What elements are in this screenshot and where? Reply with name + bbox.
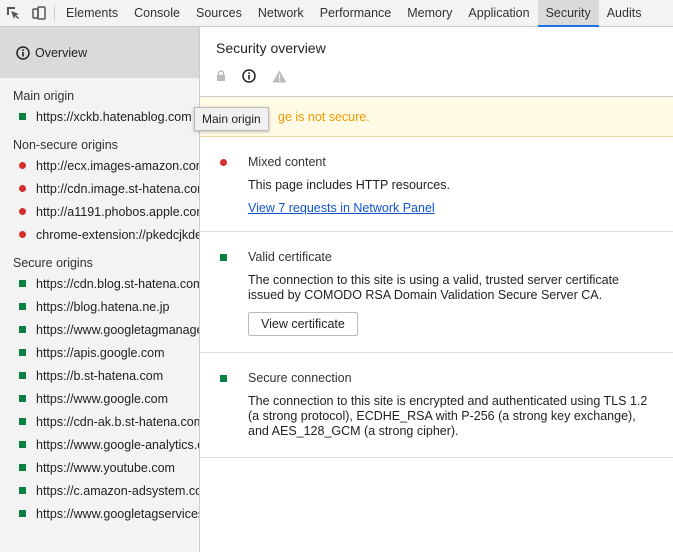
secure-indicator-icon: [19, 487, 26, 494]
secure-indicator-icon: [19, 372, 26, 379]
security-sidebar: Overview Main origin https://xckb.hatena…: [0, 27, 200, 552]
secure-indicator-icon: [19, 510, 26, 517]
origin-label: https://blog.hatena.ne.jp: [36, 299, 170, 314]
certificate-section: Valid certificate The connection to this…: [200, 232, 673, 353]
mixed-content-text: This page includes HTTP resources.: [248, 178, 450, 192]
connection-section: Secure connection The connection to this…: [200, 353, 673, 458]
tab-performance[interactable]: Performance: [312, 0, 400, 26]
insecure-indicator-icon: [19, 162, 26, 169]
sidebar-item-main-origin[interactable]: https://xckb.hatenablog.com: [0, 105, 199, 128]
security-summary-banner: ge is not secure.: [200, 97, 673, 137]
tab-security[interactable]: Security: [537, 0, 599, 27]
certificate-title: Valid certificate: [248, 250, 332, 264]
origin-label: https://cdn.blog.st-hatena.com: [36, 276, 199, 291]
main-origin-heading: Main origin: [13, 89, 75, 103]
view-certificate-button[interactable]: View certificate: [248, 312, 358, 336]
sidebar-item-origin[interactable]: http://cdn.image.st-hatena.com: [0, 177, 199, 200]
secure-indicator-icon: [19, 326, 26, 333]
sidebar-item-origin[interactable]: https://cdn.blog.st-hatena.com: [0, 272, 199, 295]
tab-console[interactable]: Console: [126, 0, 188, 26]
secure-indicator-icon: [19, 303, 26, 310]
sidebar-item-origin[interactable]: https://blog.hatena.ne.jp: [0, 295, 199, 318]
certificate-text: The connection to this site is using a v…: [248, 273, 620, 302]
tab-sources[interactable]: Sources: [188, 0, 250, 26]
banner-text: ge is not secure.: [278, 109, 370, 124]
tab-network[interactable]: Network: [250, 0, 312, 26]
insecure-indicator-icon: [220, 159, 227, 166]
sidebar-item-origin[interactable]: chrome-extension://pkedcjkdefgpdelpbcmbm…: [0, 223, 199, 246]
info-icon: [16, 45, 30, 60]
non-secure-origins-list: http://ecx.images-amazon.com http://cdn.i…: [0, 154, 199, 246]
origin-label: http://ecx.images-amazon.com: [36, 158, 199, 173]
overview-header: Security overview: [200, 27, 673, 97]
info-icon: [242, 69, 256, 83]
secure-indicator-icon: [19, 418, 26, 425]
origin-label: https://xckb.hatenablog.com: [36, 109, 192, 124]
main-origin-tooltip: Main origin: [194, 107, 269, 131]
warning-icon: [272, 70, 287, 83]
insecure-indicator-icon: [19, 208, 26, 215]
tab-elements[interactable]: Elements: [58, 0, 126, 26]
connection-text: The connection to this site is encrypted…: [248, 394, 648, 438]
secure-indicator-icon: [19, 395, 26, 402]
sidebar-item-origin[interactable]: https://www.google.com: [0, 387, 199, 410]
secure-indicator-icon: [19, 464, 26, 471]
sidebar-item-origin[interactable]: https://c.amazon-adsystem.com: [0, 479, 199, 502]
origin-label: https://www.googletagservices.com: [36, 506, 199, 521]
tab-audits[interactable]: Audits: [599, 0, 650, 26]
devtools-toolbar: Elements Console Sources Network Perform…: [0, 0, 673, 27]
sidebar-item-origin[interactable]: https://www.googletagservices.com: [0, 502, 199, 525]
sidebar-item-label: Overview: [35, 45, 88, 60]
origin-label: https://cdn-ak.b.st-hatena.com: [36, 414, 199, 429]
toolbar-divider: [54, 5, 55, 21]
origin-label: https://www.google.com: [36, 391, 169, 406]
insecure-indicator-icon: [19, 231, 26, 238]
origin-label: https://www.youtube.com: [36, 460, 175, 475]
sidebar-item-origin[interactable]: http://a1191.phobos.apple.com: [0, 200, 199, 223]
secure-origins-list: https://cdn.blog.st-hatena.com https://bl…: [0, 272, 199, 525]
origin-label: https://apis.google.com: [36, 345, 165, 360]
device-toolbar-icon[interactable]: [26, 0, 52, 26]
origin-label: http://cdn.image.st-hatena.com: [36, 181, 199, 196]
sidebar-item-origin[interactable]: https://www.googletagmanager.com: [0, 318, 199, 341]
origin-label: https://www.google-analytics.com: [36, 437, 199, 452]
tab-application[interactable]: Application: [460, 0, 537, 26]
page-title: Security overview: [216, 40, 326, 56]
sidebar-item-origin[interactable]: https://apis.google.com: [0, 341, 199, 364]
origin-label: http://a1191.phobos.apple.com: [36, 204, 199, 219]
origin-label: https://www.googletagmanager.com: [36, 322, 199, 337]
sidebar-item-origin[interactable]: https://www.google-analytics.com: [0, 433, 199, 456]
origin-label: https://b.st-hatena.com: [36, 368, 164, 383]
origin-label: chrome-extension://pkedcjkdefgpdelpbcmbm…: [36, 227, 199, 242]
secure-indicator-icon: [19, 349, 26, 356]
sidebar-item-overview[interactable]: Overview: [0, 27, 199, 78]
origin-label: https://c.amazon-adsystem.com: [36, 483, 199, 498]
inspect-element-icon[interactable]: [0, 0, 26, 26]
secure-indicator-icon: [19, 113, 26, 120]
mixed-content-section: Mixed content This page includes HTTP re…: [200, 137, 673, 232]
secure-origins-heading: Secure origins: [13, 256, 93, 270]
non-secure-origins-heading: Non-secure origins: [13, 138, 118, 152]
sidebar-item-origin[interactable]: https://b.st-hatena.com: [0, 364, 199, 387]
view-requests-link[interactable]: View 7 requests in Network Panel: [248, 201, 435, 215]
mixed-content-title: Mixed content: [248, 155, 326, 169]
insecure-indicator-icon: [19, 185, 26, 192]
lock-icon: [216, 70, 226, 82]
security-summary-icons: [216, 68, 673, 84]
secure-indicator-icon: [19, 280, 26, 287]
tab-memory[interactable]: Memory: [399, 0, 460, 26]
secure-indicator-icon: [220, 375, 227, 382]
connection-title: Secure connection: [248, 371, 352, 385]
secure-indicator-icon: [220, 254, 227, 261]
sidebar-item-origin[interactable]: https://cdn-ak.b.st-hatena.com: [0, 410, 199, 433]
sidebar-item-origin[interactable]: https://www.youtube.com: [0, 456, 199, 479]
secure-indicator-icon: [19, 441, 26, 448]
security-main-panel: Security overview ge is not secure. Mixe…: [200, 27, 673, 552]
sidebar-item-origin[interactable]: http://ecx.images-amazon.com: [0, 154, 199, 177]
